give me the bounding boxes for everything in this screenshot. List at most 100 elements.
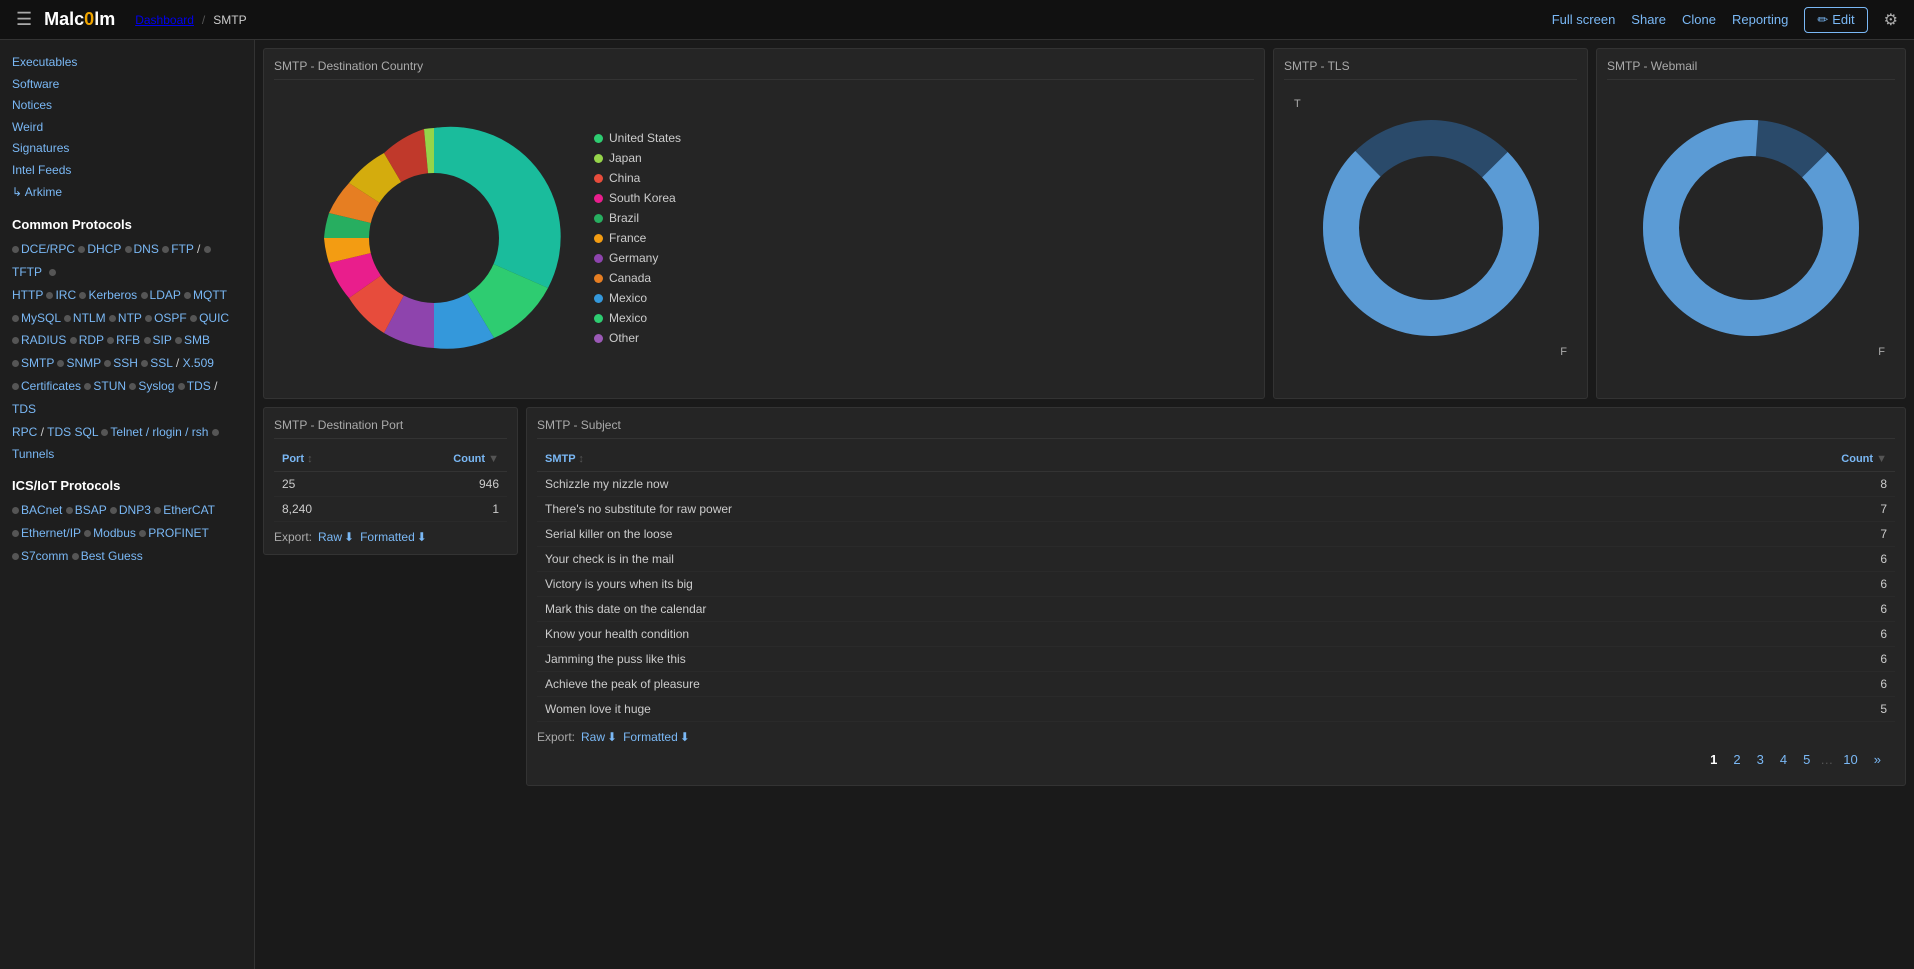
sidebar-item-intel-feeds[interactable]: Intel Feeds (12, 160, 242, 182)
dot-http (49, 269, 56, 276)
protocol-snmp[interactable]: SNMP (66, 356, 100, 370)
dot-ethernetip (12, 530, 19, 537)
dot-ssh (104, 360, 111, 367)
port-table-header-row: Port ↕ Count ▼ (274, 447, 507, 472)
page-2[interactable]: 2 (1727, 750, 1746, 769)
protocol-x509[interactable]: X.509 (183, 356, 214, 370)
clone-link[interactable]: Clone (1682, 12, 1716, 27)
protocol-radius[interactable]: RADIUS (21, 333, 66, 347)
smtp-col-header[interactable]: SMTP ↕ (537, 447, 1815, 472)
legend-item-other: Other (594, 331, 681, 345)
protocol-tds-sql-2[interactable]: TDS (12, 402, 36, 416)
page-3[interactable]: 3 (1751, 750, 1770, 769)
sidebar-item-weird[interactable]: Weird (12, 117, 242, 139)
port-export-formatted[interactable]: Formatted ⬇ (360, 530, 427, 544)
smtp-subject-cell: Your check is in the mail (537, 547, 1815, 572)
protocol-kerberos[interactable]: Kerberos (88, 288, 137, 302)
protocol-mqtt[interactable]: MQTT (193, 288, 227, 302)
legend-item-brazil: Brazil (594, 211, 681, 225)
protocol-bsap[interactable]: BSAP (75, 503, 107, 517)
tls-content: T F (1284, 88, 1577, 368)
protocol-profinet[interactable]: PROFINET (148, 526, 209, 540)
protocol-ospf[interactable]: OSPF (154, 311, 187, 325)
share-link[interactable]: Share (1631, 12, 1666, 27)
tls-label-f: F (1560, 346, 1567, 358)
protocol-ssl[interactable]: SSL (150, 356, 172, 370)
protocol-rfb[interactable]: RFB (116, 333, 140, 347)
protocol-ldap[interactable]: LDAP (150, 288, 181, 302)
subject-export-formatted[interactable]: Formatted ⬇ (623, 730, 690, 744)
webmail-donut-svg (1641, 118, 1861, 338)
protocol-ethernetip[interactable]: Ethernet/IP (21, 526, 81, 540)
protocol-dhcp[interactable]: DHCP (87, 242, 121, 256)
sidebar-item-software[interactable]: Software (12, 74, 242, 96)
protocol-bacnet[interactable]: BACnet (21, 503, 62, 517)
protocol-dcerpc[interactable]: DCE/RPC (21, 242, 75, 256)
bottom-right: SMTP - Subject SMTP ↕ Count ▼ (526, 407, 1906, 786)
subject-export-raw[interactable]: Raw ⬇ (581, 730, 617, 744)
protocol-http[interactable]: HTTP (12, 288, 43, 302)
protocol-tftp[interactable]: TFTP (12, 265, 42, 279)
protocol-rpc[interactable]: RPC (12, 425, 37, 439)
common-protocols-row: DCE/RPC DHCP DNS FTP / TFTP HTTP IRC Ker… (0, 236, 254, 468)
port-export-raw[interactable]: Raw ⬇ (318, 530, 354, 544)
sidebar-item-notices[interactable]: Notices (12, 95, 242, 117)
protocol-ntp[interactable]: NTP (118, 311, 142, 325)
protocol-tds-sql[interactable]: TDS SQL (47, 425, 98, 439)
dot-ospf (145, 315, 152, 322)
port-col-header[interactable]: Port ↕ (274, 447, 427, 472)
dot-snmp (57, 360, 64, 367)
count-cell: 6 (1815, 572, 1895, 597)
reporting-link[interactable]: Reporting (1732, 12, 1788, 27)
sidebar-item-executables[interactable]: Executables (12, 52, 242, 74)
protocol-mysql[interactable]: MySQL (21, 311, 61, 325)
port-cell: 8,240 (274, 497, 427, 522)
count-sort-arrow: ▼ (488, 453, 499, 465)
dot-rdp (70, 337, 77, 344)
protocol-stun[interactable]: STUN (93, 379, 126, 393)
count-cell: 946 (427, 472, 507, 497)
protocol-ssh[interactable]: SSH (113, 356, 138, 370)
tls-label-t: T (1294, 98, 1301, 110)
protocol-ntlm[interactable]: NTLM (73, 311, 106, 325)
protocol-s7comm[interactable]: S7comm (21, 549, 68, 563)
protocol-ftp[interactable]: FTP (171, 242, 193, 256)
protocol-smtp[interactable]: SMTP (21, 356, 54, 370)
table-row: 25946 (274, 472, 507, 497)
subject-count-col-header[interactable]: Count ▼ (1815, 447, 1895, 472)
protocol-modbus[interactable]: Modbus (93, 526, 136, 540)
dot-bacnet (12, 507, 19, 514)
page-5[interactable]: 5 (1797, 750, 1816, 769)
page-1[interactable]: 1 (1704, 750, 1723, 769)
protocol-dnp3[interactable]: DNP3 (119, 503, 151, 517)
legend-dot-canada (594, 274, 603, 283)
edit-button[interactable]: ✏ Edit (1804, 7, 1867, 33)
protocol-tunnels[interactable]: Tunnels (12, 447, 54, 461)
protocol-smb[interactable]: SMB (184, 333, 210, 347)
settings-icon[interactable]: ⚙ (1884, 10, 1898, 30)
protocol-sip[interactable]: SIP (153, 333, 172, 347)
protocol-ethercat[interactable]: EtherCAT (163, 503, 215, 517)
page-4[interactable]: 4 (1774, 750, 1793, 769)
protocol-rdp[interactable]: RDP (79, 333, 104, 347)
protocol-tds[interactable]: TDS (187, 379, 211, 393)
smtp-subject-cell: Victory is yours when its big (537, 572, 1815, 597)
fullscreen-link[interactable]: Full screen (1552, 12, 1616, 27)
protocol-irc[interactable]: IRC (55, 288, 76, 302)
protocol-syslog[interactable]: Syslog (138, 379, 174, 393)
sidebar-item-signatures[interactable]: Signatures (12, 138, 242, 160)
count-cell: 6 (1815, 597, 1895, 622)
sidebar-item-arkime[interactable]: ↳ Arkime (12, 182, 242, 204)
hamburger-icon[interactable]: ☰ (16, 9, 32, 30)
page-10[interactable]: 10 (1837, 750, 1863, 769)
protocol-quic[interactable]: QUIC (199, 311, 229, 325)
page-next[interactable]: » (1868, 750, 1887, 769)
dashboard-link[interactable]: Dashboard (135, 13, 194, 27)
common-protocols-heading: Common Protocols (12, 217, 242, 232)
count-cell: 1 (427, 497, 507, 522)
protocol-telnet[interactable]: Telnet / rlogin / rsh (110, 425, 208, 439)
protocol-certificates[interactable]: Certificates (21, 379, 81, 393)
count-col-header[interactable]: Count ▼ (427, 447, 507, 472)
protocol-dns[interactable]: DNS (134, 242, 159, 256)
protocol-bestguess[interactable]: Best Guess (81, 549, 143, 563)
